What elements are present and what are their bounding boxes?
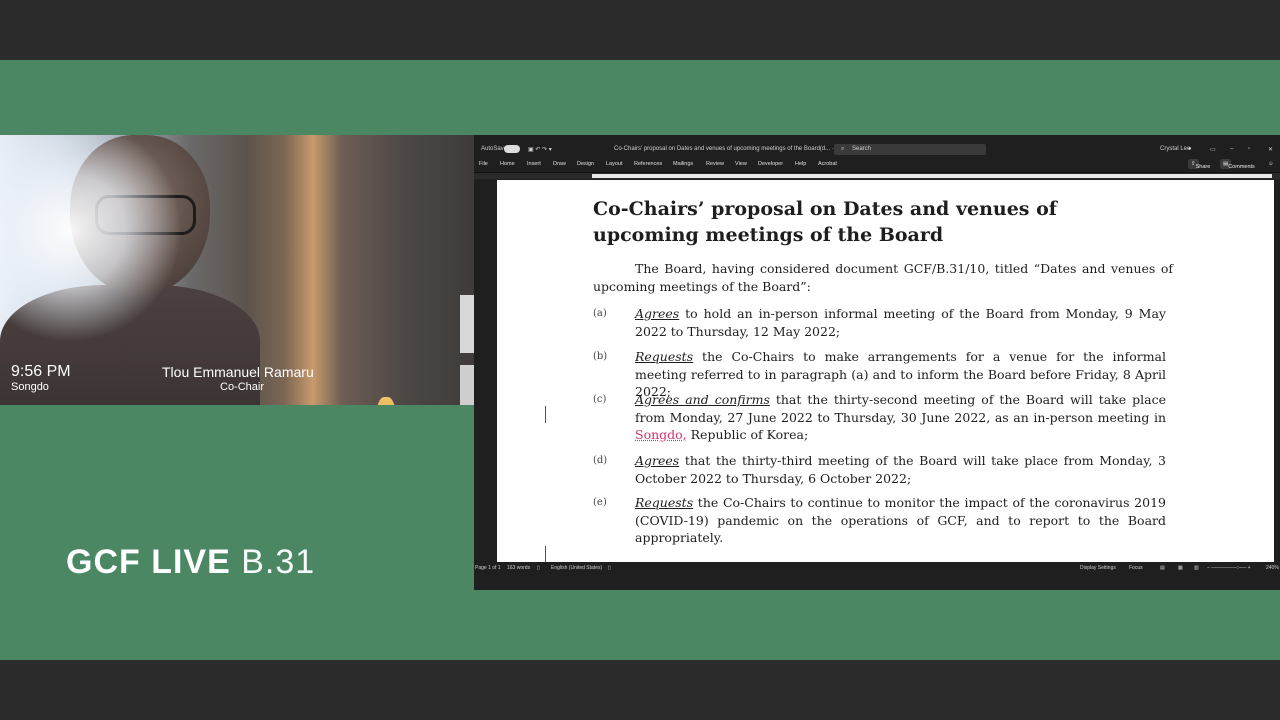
tab-developer[interactable]: Developer: [758, 161, 783, 167]
tab-draw[interactable]: Draw: [553, 161, 566, 167]
bottom-letterbox: [0, 660, 1280, 720]
minimize-icon[interactable]: –: [1230, 146, 1233, 152]
change-bar: [545, 546, 546, 562]
search-icon: ⌕: [841, 146, 845, 152]
tab-insert[interactable]: Insert: [527, 161, 541, 167]
share-label: Share: [1195, 164, 1211, 170]
title-bar: AutoSave ▣ ↶ ↷ ▾ Co-Chairs' proposal on …: [474, 143, 1280, 157]
brand-bold: GCF LIVE: [66, 543, 231, 581]
item-body-end: Republic of Korea;: [686, 427, 809, 442]
participant-name: Tlou Emmanuel Ramaru: [162, 364, 314, 380]
tab-home[interactable]: Home: [500, 161, 515, 167]
change-bar: [545, 406, 546, 423]
brand-session: B.31: [241, 543, 316, 581]
tab-layout[interactable]: Layout: [606, 161, 623, 167]
read-mode-icon[interactable]: ▤: [1160, 565, 1165, 571]
tab-review[interactable]: Review: [706, 161, 724, 167]
top-letterbox: [0, 0, 1280, 60]
comments-button[interactable]: ▤ Comments: [1220, 159, 1255, 170]
item-verb: Agrees: [635, 453, 680, 468]
item-verb: Agrees: [635, 306, 680, 321]
user-name[interactable]: Crystal Lee: [1160, 146, 1190, 152]
item-text: Agrees and confirms that the thirty-seco…: [635, 391, 1166, 444]
tab-view[interactable]: View: [735, 161, 747, 167]
document-heading: Co-Chairs’ proposal on Dates and venues …: [593, 198, 1057, 246]
item-text: Agrees to hold an in-person informal mee…: [635, 305, 1166, 340]
tab-file[interactable]: File: [479, 161, 488, 167]
item-label: (c): [593, 394, 607, 405]
proofing-icon[interactable]: ▯: [537, 565, 540, 571]
item-text: Requests the Co-Chairs to continue to mo…: [635, 494, 1166, 547]
item-verb: Requests: [635, 349, 694, 364]
save-icon[interactable]: ▣ ↶ ↷ ▾: [528, 146, 552, 153]
wall-frame: [460, 365, 474, 405]
smiley-icon[interactable]: ☺: [1268, 161, 1274, 167]
close-icon[interactable]: ✕: [1268, 146, 1273, 153]
tracked-change-text[interactable]: Songdo,: [635, 427, 687, 442]
maximize-icon[interactable]: ▫: [1248, 146, 1250, 152]
display-settings[interactable]: Display Settings: [1080, 565, 1116, 571]
wall-frame: [460, 295, 474, 353]
search-placeholder: Search: [852, 146, 872, 152]
event-brand: GCF LIVE B.31: [66, 543, 315, 582]
autosave-toggle[interactable]: [504, 145, 520, 153]
item-body: that the thirty-third meeting of the Boa…: [635, 453, 1166, 486]
local-city: Songdo: [11, 381, 49, 393]
tab-help[interactable]: Help: [795, 161, 806, 167]
participant-role: Co-Chair: [220, 381, 265, 393]
document-title[interactable]: Co-Chairs' proposal on Dates and venues …: [614, 146, 858, 152]
tab-references[interactable]: References: [634, 161, 662, 167]
language[interactable]: English (United States): [551, 565, 602, 571]
print-layout-icon[interactable]: ▦: [1178, 565, 1183, 571]
word-window: AutoSave ▣ ↶ ↷ ▾ Co-Chairs' proposal on …: [474, 135, 1280, 590]
word-count[interactable]: 163 words: [507, 565, 530, 571]
item-label: (d): [593, 455, 608, 466]
item-label: (e): [593, 497, 607, 508]
item-text: Agrees that the thirty-third meeting of …: [635, 452, 1166, 487]
share-button[interactable]: ⇪ Share: [1188, 159, 1210, 170]
focus-mode[interactable]: Focus: [1129, 565, 1143, 571]
web-layout-icon[interactable]: ▥: [1194, 565, 1199, 571]
item-label: (a): [593, 308, 607, 319]
avatar[interactable]: ●: [1188, 146, 1192, 152]
document-page[interactable]: Co-Chairs’ proposal on Dates and venues …: [497, 180, 1274, 562]
tab-mailings[interactable]: Mailings: [673, 161, 693, 167]
item-body: the Co-Chairs to continue to monitor the…: [635, 495, 1166, 545]
zoom-slider[interactable]: − ───────○── +: [1207, 565, 1251, 571]
lamp-shape: [376, 397, 396, 405]
accessibility-icon[interactable]: ▯: [608, 565, 611, 571]
tab-design[interactable]: Design: [577, 161, 594, 167]
ruler-area: [592, 174, 1272, 178]
local-time: 9:56 PM: [11, 363, 71, 380]
status-bar: Page 1 of 1 163 words ▯ English (United …: [474, 562, 1280, 574]
item-label: (b): [593, 351, 608, 362]
tab-acrobat[interactable]: Acrobat: [818, 161, 837, 167]
intro-paragraph: The Board, having considered document GC…: [593, 261, 1173, 294]
item-body: to hold an in-person informal meeting of…: [635, 306, 1166, 339]
ribbon-tabs: File Home Insert Draw Design Layout Refe…: [474, 158, 1280, 170]
comments-label: Comments: [1228, 164, 1255, 170]
item-verb: Requests: [635, 495, 694, 510]
ruler[interactable]: [474, 172, 1280, 179]
zoom-level[interactable]: 240%: [1266, 565, 1279, 571]
item-verb: Agrees and confirms: [635, 392, 770, 407]
ribbon-display-icon[interactable]: ▭: [1210, 146, 1216, 153]
page-count[interactable]: Page 1 of 1: [475, 565, 501, 571]
